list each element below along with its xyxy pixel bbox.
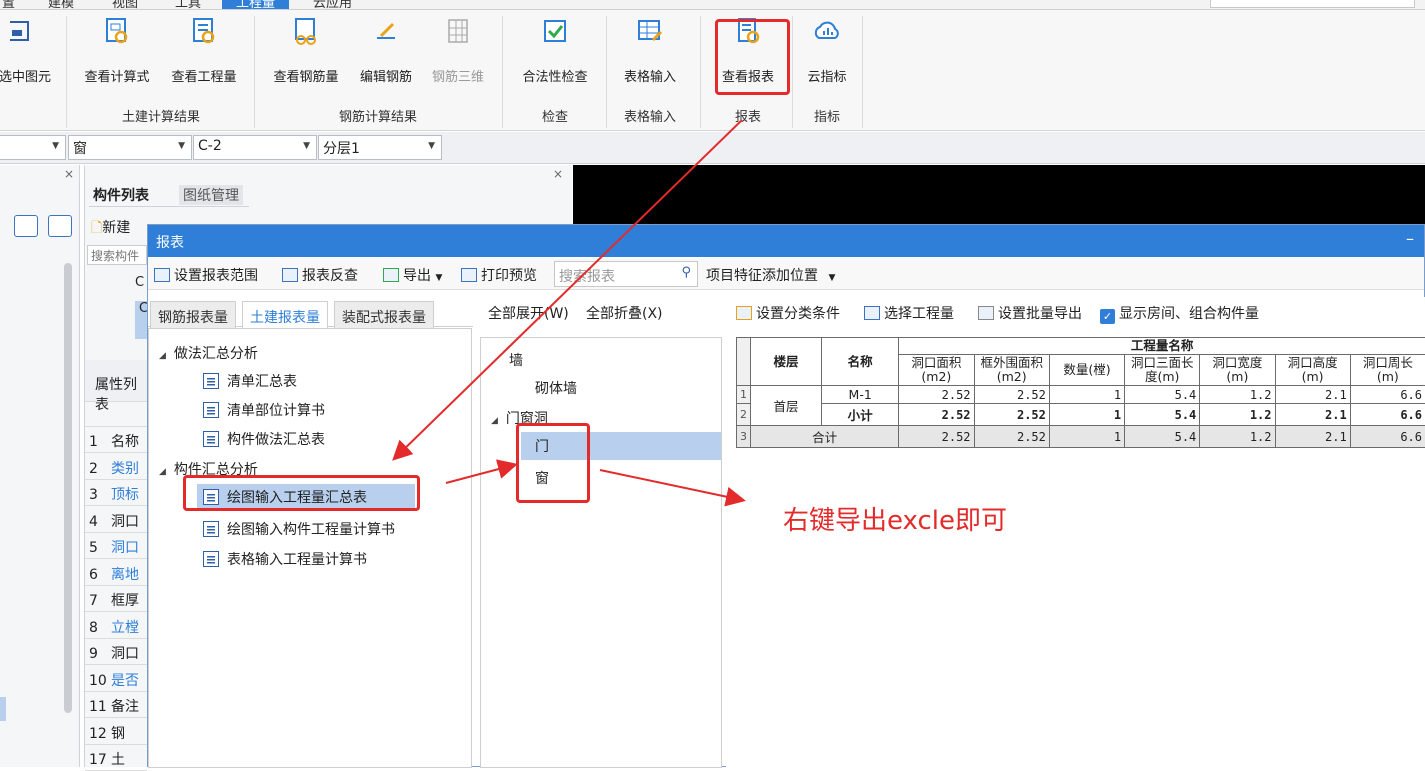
- arrow-report-to-table: [395, 120, 742, 458]
- annotation-arrows: [0, 0, 1425, 767]
- annotation-text: 右键导出excle即可: [783, 500, 1007, 537]
- arrow-category-to-note: [600, 470, 742, 500]
- arrow-table-to-category: [446, 465, 514, 483]
